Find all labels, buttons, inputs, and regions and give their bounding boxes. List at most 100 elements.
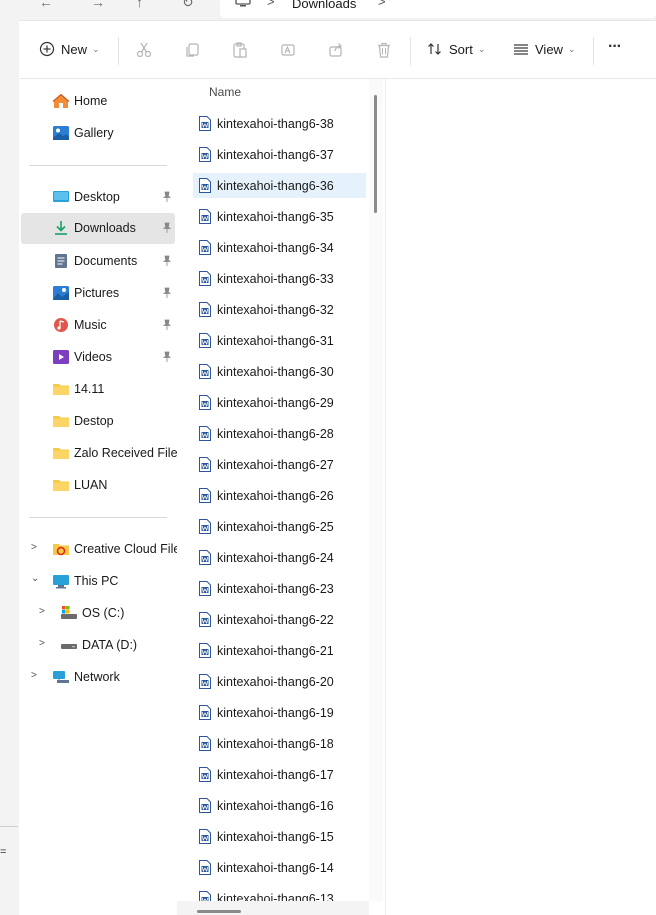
sidebar-item-desktop[interactable]: Desktop	[21, 182, 175, 212]
file-row[interactable]: kintexahoi-thang6-33	[193, 266, 366, 291]
expand-chevron-icon[interactable]: >	[31, 542, 37, 553]
sidebar-item-folder-luan[interactable]: LUAN	[21, 470, 175, 500]
sort-button[interactable]: Sort ⌄	[427, 41, 485, 57]
expand-chevron-icon[interactable]: >	[39, 606, 45, 617]
sidebar-item-folder-14-11[interactable]: 14.11	[21, 374, 175, 404]
sidebar-item-music[interactable]: Music	[21, 310, 175, 340]
word-document-icon	[199, 581, 211, 596]
file-row[interactable]: kintexahoi-thang6-36	[193, 173, 366, 198]
file-name: kintexahoi-thang6-16	[217, 799, 334, 813]
sidebar-item-documents[interactable]: Documents	[21, 246, 175, 276]
file-name: kintexahoi-thang6-29	[217, 396, 334, 410]
file-name: kintexahoi-thang6-17	[217, 768, 334, 782]
word-document-icon	[199, 550, 211, 565]
forward-button[interactable]: →	[91, 0, 105, 10]
cut-icon[interactable]	[135, 41, 153, 59]
file-row[interactable]: kintexahoi-thang6-27	[193, 452, 366, 477]
pin-icon[interactable]	[161, 287, 173, 299]
file-row[interactable]: kintexahoi-thang6-35	[193, 204, 366, 229]
sidebar-item-folder-destop[interactable]: Destop	[21, 406, 175, 436]
drive-c-icon	[61, 606, 77, 619]
sidebar-item-label: DATA (D:)	[82, 638, 138, 652]
sidebar-item-folder-zalo[interactable]: Zalo Received Files	[21, 438, 177, 468]
file-row[interactable]: kintexahoi-thang6-30	[193, 359, 366, 384]
sidebar-item-label: Pictures	[74, 286, 120, 300]
breadcrumb-downloads[interactable]: Downloads	[292, 0, 356, 11]
more-options-button[interactable]: ···	[608, 38, 622, 56]
chevron-down-icon: ⌄	[477, 43, 486, 54]
file-row[interactable]: kintexahoi-thang6-37	[193, 142, 366, 167]
sidebar-item-downloads[interactable]: Downloads	[21, 213, 175, 244]
word-document-icon	[199, 178, 211, 193]
folder-icon	[53, 480, 69, 491]
file-row[interactable]: kintexahoi-thang6-20	[193, 669, 366, 694]
breadcrumb[interactable]: > Downloads >	[220, 0, 656, 18]
sidebar-item-label: Home	[74, 94, 108, 108]
horizontal-scrollbar-thumb[interactable]	[197, 910, 241, 913]
file-row[interactable]: kintexahoi-thang6-34	[193, 235, 366, 260]
breadcrumb-separator[interactable]: >	[378, 0, 386, 9]
sidebar-item-network[interactable]: > Network	[21, 662, 175, 692]
file-row[interactable]: kintexahoi-thang6-24	[193, 545, 366, 570]
copy-icon[interactable]	[183, 41, 201, 59]
sidebar-item-gallery[interactable]: Gallery	[21, 118, 175, 148]
sidebar-item-drive-d[interactable]: > DATA (D:)	[21, 630, 175, 660]
vertical-scrollbar[interactable]	[369, 79, 383, 901]
file-row[interactable]: kintexahoi-thang6-17	[193, 762, 366, 787]
sidebar-item-home[interactable]: Home	[21, 86, 175, 116]
up-button[interactable]: ↑	[136, 0, 143, 10]
videos-icon	[53, 350, 69, 364]
delete-icon[interactable]	[375, 41, 393, 59]
view-button[interactable]: View ⌄	[513, 41, 576, 57]
file-row[interactable]: kintexahoi-thang6-25	[193, 514, 366, 539]
pin-icon[interactable]	[161, 319, 173, 331]
pin-icon[interactable]	[161, 351, 173, 363]
collapse-chevron-icon[interactable]: ⌄	[31, 573, 39, 584]
file-name: kintexahoi-thang6-15	[217, 830, 334, 844]
refresh-button[interactable]: ↻	[182, 0, 194, 11]
file-row[interactable]: kintexahoi-thang6-38	[193, 111, 366, 136]
new-button[interactable]: New ⌄	[39, 41, 100, 57]
file-row[interactable]: kintexahoi-thang6-29	[193, 390, 366, 415]
file-name: kintexahoi-thang6-25	[217, 520, 334, 534]
column-header-name[interactable]: Name	[209, 85, 241, 99]
sidebar-divider	[29, 165, 167, 166]
file-row[interactable]: kintexahoi-thang6-16	[193, 793, 366, 818]
horizontal-scrollbar[interactable]	[177, 901, 369, 915]
paste-icon[interactable]	[231, 41, 249, 59]
file-row[interactable]: kintexahoi-thang6-28	[193, 421, 366, 446]
sidebar-item-creative-cloud[interactable]: > Creative Cloud Files	[21, 534, 177, 564]
sidebar-item-pictures[interactable]: Pictures	[21, 278, 175, 308]
file-row[interactable]: kintexahoi-thang6-31	[193, 328, 366, 353]
file-row[interactable]: kintexahoi-thang6-14	[193, 855, 366, 880]
sidebar-item-drive-c[interactable]: > OS (C:)	[21, 598, 175, 628]
file-row[interactable]: kintexahoi-thang6-26	[193, 483, 366, 508]
word-document-icon	[199, 395, 211, 410]
sidebar-item-videos[interactable]: Videos	[21, 342, 175, 372]
file-row[interactable]: kintexahoi-thang6-18	[193, 731, 366, 756]
pictures-icon	[53, 286, 69, 300]
breadcrumb-separator[interactable]: >	[267, 0, 275, 9]
word-document-icon	[199, 209, 211, 224]
pin-icon[interactable]	[161, 255, 173, 267]
file-row[interactable]: kintexahoi-thang6-32	[193, 297, 366, 322]
file-row[interactable]: kintexahoi-thang6-19	[193, 700, 366, 725]
file-name: kintexahoi-thang6-24	[217, 551, 334, 565]
sidebar-item-this-pc[interactable]: ⌄ This PC	[21, 566, 175, 596]
sidebar-item-label: Downloads	[74, 221, 136, 235]
file-name: kintexahoi-thang6-22	[217, 613, 334, 627]
gallery-icon	[53, 126, 69, 140]
file-row[interactable]: kintexahoi-thang6-23	[193, 576, 366, 601]
expand-chevron-icon[interactable]: >	[31, 670, 37, 681]
vertical-scrollbar-thumb[interactable]	[374, 95, 377, 213]
pin-icon[interactable]	[161, 191, 173, 203]
file-row[interactable]: kintexahoi-thang6-15	[193, 824, 366, 849]
expand-chevron-icon[interactable]: >	[39, 638, 45, 649]
file-row[interactable]: kintexahoi-thang6-21	[193, 638, 366, 663]
pin-icon[interactable]	[161, 222, 173, 234]
rename-icon[interactable]	[279, 41, 297, 59]
share-icon[interactable]	[327, 41, 345, 59]
back-button[interactable]: ←	[39, 0, 53, 10]
file-row[interactable]: kintexahoi-thang6-22	[193, 607, 366, 632]
word-document-icon	[199, 426, 211, 441]
